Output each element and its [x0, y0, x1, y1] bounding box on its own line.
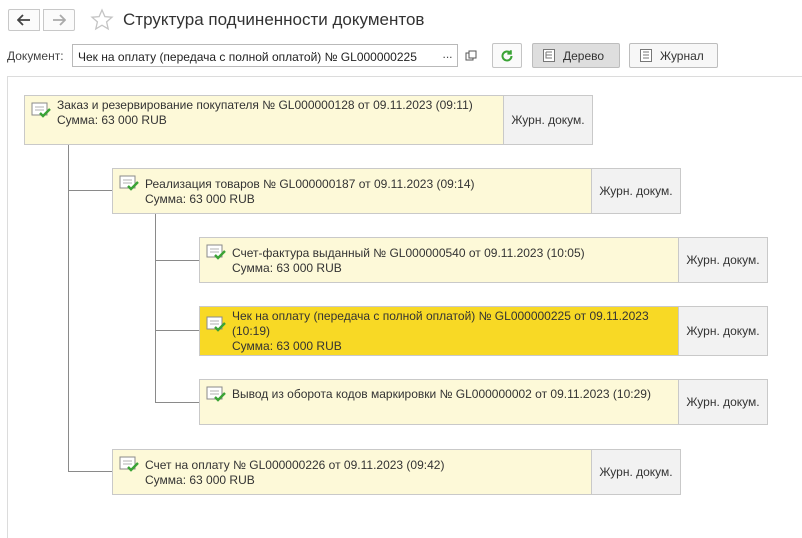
node-amount: Сумма: 63 000 RUB: [57, 113, 167, 127]
node-content[interactable]: Заказ и резервирование покупателя № GL00…: [25, 96, 503, 144]
node-title: Чек на оплату (передача с полной оплатой…: [232, 309, 649, 338]
node-content[interactable]: Вывод из оборота кодов маркировки № GL00…: [200, 380, 678, 424]
tree-node-current[interactable]: Чек на оплату (передача с полной оплатой…: [199, 306, 768, 356]
tree-node[interactable]: Счет на оплату № GL000000226 от 09.11.20…: [112, 449, 681, 495]
tree-view-label: Дерево: [563, 48, 605, 63]
document-label: Документ:: [7, 49, 64, 63]
document-input[interactable]: Чек на оплату (передача с полной оплатой…: [72, 44, 458, 67]
tree-connector: [68, 471, 112, 472]
tree-view-icon: [543, 49, 555, 62]
node-journal-button[interactable]: Журн. докум.: [591, 450, 680, 494]
node-title: Счет-фактура выданный № GL000000540 от 0…: [232, 246, 585, 260]
tree-connector: [68, 144, 69, 472]
node-amount: Сумма: 63 000 RUB: [232, 261, 342, 275]
tree-connector: [155, 260, 199, 261]
node-journal-button[interactable]: Журн. докум.: [591, 169, 680, 213]
document-posted-icon: [206, 244, 226, 260]
node-title: Реализация товаров № GL000000187 от 09.1…: [145, 177, 475, 191]
forward-button[interactable]: [43, 9, 75, 31]
tree-connector: [155, 402, 199, 403]
node-journal-button[interactable]: Журн. докум.: [678, 380, 767, 424]
refresh-icon: [501, 49, 513, 61]
back-button[interactable]: [8, 9, 40, 31]
tree-node[interactable]: Реализация товаров № GL000000187 от 09.1…: [112, 168, 681, 214]
toolbar-divider: [7, 76, 802, 77]
arrow-left-icon: [17, 14, 30, 26]
favorite-button[interactable]: [90, 8, 114, 37]
tree-view-button[interactable]: Дерево: [532, 43, 620, 68]
document-posted-icon: [119, 175, 139, 191]
select-document-button[interactable]: ...: [438, 44, 458, 67]
journal-list-icon: [640, 49, 652, 62]
document-posted-icon: [206, 386, 226, 402]
window-header: Структура подчиненности документов: [0, 0, 802, 40]
open-in-window-icon: [465, 50, 477, 60]
arrow-right-icon: [53, 14, 66, 26]
star-icon: [90, 8, 114, 31]
document-posted-icon: [206, 316, 226, 332]
refresh-button[interactable]: [492, 43, 522, 68]
open-document-button[interactable]: [461, 44, 481, 67]
node-journal-button[interactable]: Журн. докум.: [678, 238, 767, 282]
content-left-border: [7, 76, 8, 538]
journal-label: Журнал: [660, 48, 704, 63]
tree-node[interactable]: Вывод из оборота кодов маркировки № GL00…: [199, 379, 768, 425]
page-title: Структура подчиненности документов: [123, 10, 425, 29]
node-title: Вывод из оборота кодов маркировки № GL00…: [232, 387, 651, 401]
tree-node[interactable]: Заказ и резервирование покупателя № GL00…: [24, 95, 593, 145]
node-content[interactable]: Счет-фактура выданный № GL000000540 от 0…: [200, 238, 678, 282]
tree-connector: [155, 330, 199, 331]
tree-connector: [155, 213, 156, 403]
document-posted-icon: [31, 102, 51, 118]
node-amount: Сумма: 63 000 RUB: [145, 473, 255, 487]
tree-node[interactable]: Счет-фактура выданный № GL000000540 от 0…: [199, 237, 768, 283]
node-content[interactable]: Реализация товаров № GL000000187 от 09.1…: [113, 169, 591, 213]
node-amount: Сумма: 63 000 RUB: [232, 339, 342, 353]
node-title: Счет на оплату № GL000000226 от 09.11.20…: [145, 458, 445, 472]
document-posted-icon: [119, 456, 139, 472]
journal-button[interactable]: Журнал: [629, 43, 718, 68]
toolbar: Документ: Чек на оплату (передача с полн…: [0, 42, 802, 70]
node-journal-button[interactable]: Журн. докум.: [503, 96, 592, 144]
node-content[interactable]: Счет на оплату № GL000000226 от 09.11.20…: [113, 450, 591, 494]
node-title: Заказ и резервирование покупателя № GL00…: [57, 98, 473, 112]
node-journal-button[interactable]: Журн. докум.: [678, 307, 767, 355]
node-amount: Сумма: 63 000 RUB: [145, 192, 255, 206]
node-content[interactable]: Чек на оплату (передача с полной оплатой…: [200, 307, 678, 355]
tree-connector: [68, 190, 112, 191]
